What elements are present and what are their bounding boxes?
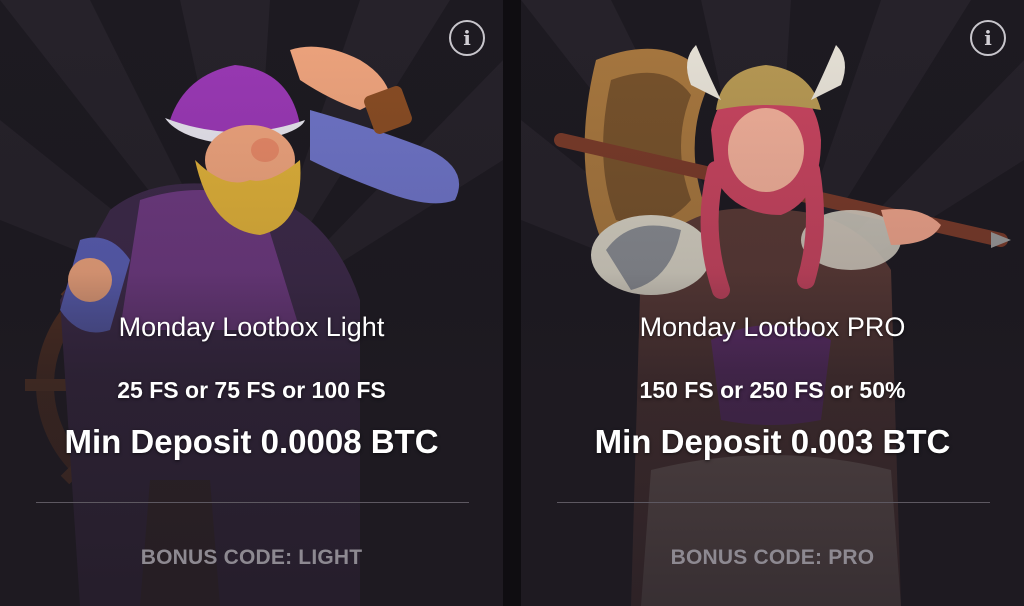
card-title: Monday Lootbox PRO	[639, 312, 906, 342]
card-bonus-code[interactable]: BONUS CODE: LIGHT	[0, 546, 503, 570]
card-divider	[36, 502, 469, 503]
card-shade	[521, 0, 1024, 606]
card-min-deposit: Min Deposit 0.0008 BTC	[64, 423, 439, 460]
card-offer: 25 FS or 75 FS or 100 FS	[117, 377, 386, 403]
promotions-page: i Monday Lootbox Light 25 FS or 75 FS or…	[0, 0, 1024, 606]
info-icon: i	[984, 26, 992, 50]
info-button[interactable]: i	[449, 20, 485, 56]
card-min-deposit: Min Deposit 0.003 BTC	[594, 423, 951, 460]
card-offer: 150 FS or 250 FS or 50%	[639, 377, 906, 403]
info-button[interactable]: i	[970, 20, 1006, 56]
promo-card-light[interactable]: i Monday Lootbox Light 25 FS or 75 FS or…	[0, 0, 503, 606]
promo-card-pro[interactable]: i Monday Lootbox PRO 150 FS or 250 FS or…	[521, 0, 1024, 606]
info-icon: i	[463, 26, 471, 50]
card-shade	[0, 0, 503, 606]
card-title: Monday Lootbox Light	[118, 312, 385, 342]
card-divider	[557, 502, 990, 503]
card-bonus-code[interactable]: BONUS CODE: PRO	[521, 546, 1024, 570]
